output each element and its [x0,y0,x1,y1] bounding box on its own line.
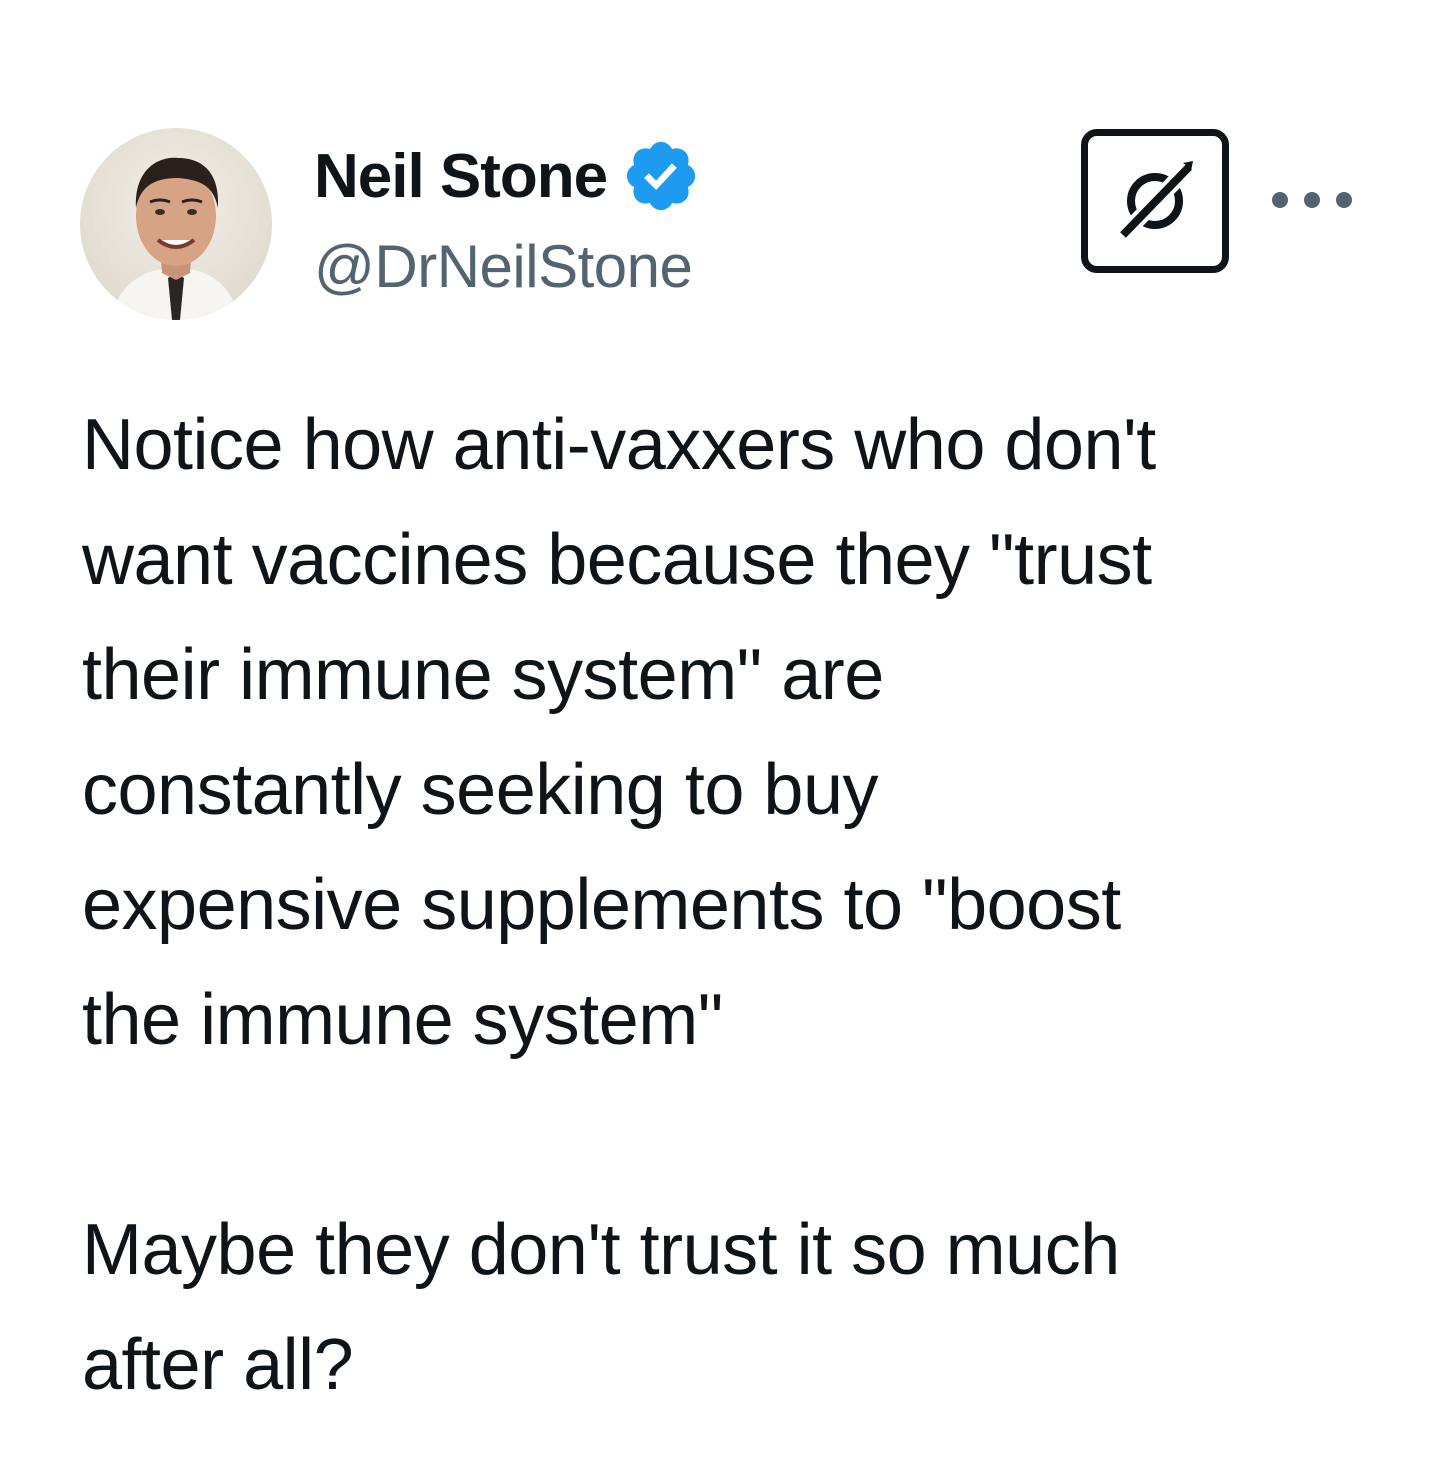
tweet-paragraph: Notice how anti-vaxxers who don't want v… [82,405,1156,1060]
verified-badge-icon [621,136,701,216]
more-options-icon [1272,192,1288,208]
avatar[interactable] [80,128,272,320]
display-name[interactable]: Neil Stone [314,141,608,212]
tweet: Neil Stone @DrNeilStone Notice how anti-… [0,0,1440,1473]
more-options-icon-dot [1304,192,1320,208]
user-handle[interactable]: @DrNeilStone [314,232,701,301]
more-options-button[interactable] [1272,180,1352,220]
grok-icon [1105,149,1205,254]
grok-button[interactable] [1081,129,1229,273]
more-options-icon-dot [1336,192,1352,208]
author-info: Neil Stone @DrNeilStone [314,140,701,301]
tweet-paragraph: Maybe they don't trust it so much after … [82,1210,1120,1405]
name-row: Neil Stone [314,140,701,212]
tweet-text: Notice how anti-vaxxers who don't want v… [82,388,1382,1423]
